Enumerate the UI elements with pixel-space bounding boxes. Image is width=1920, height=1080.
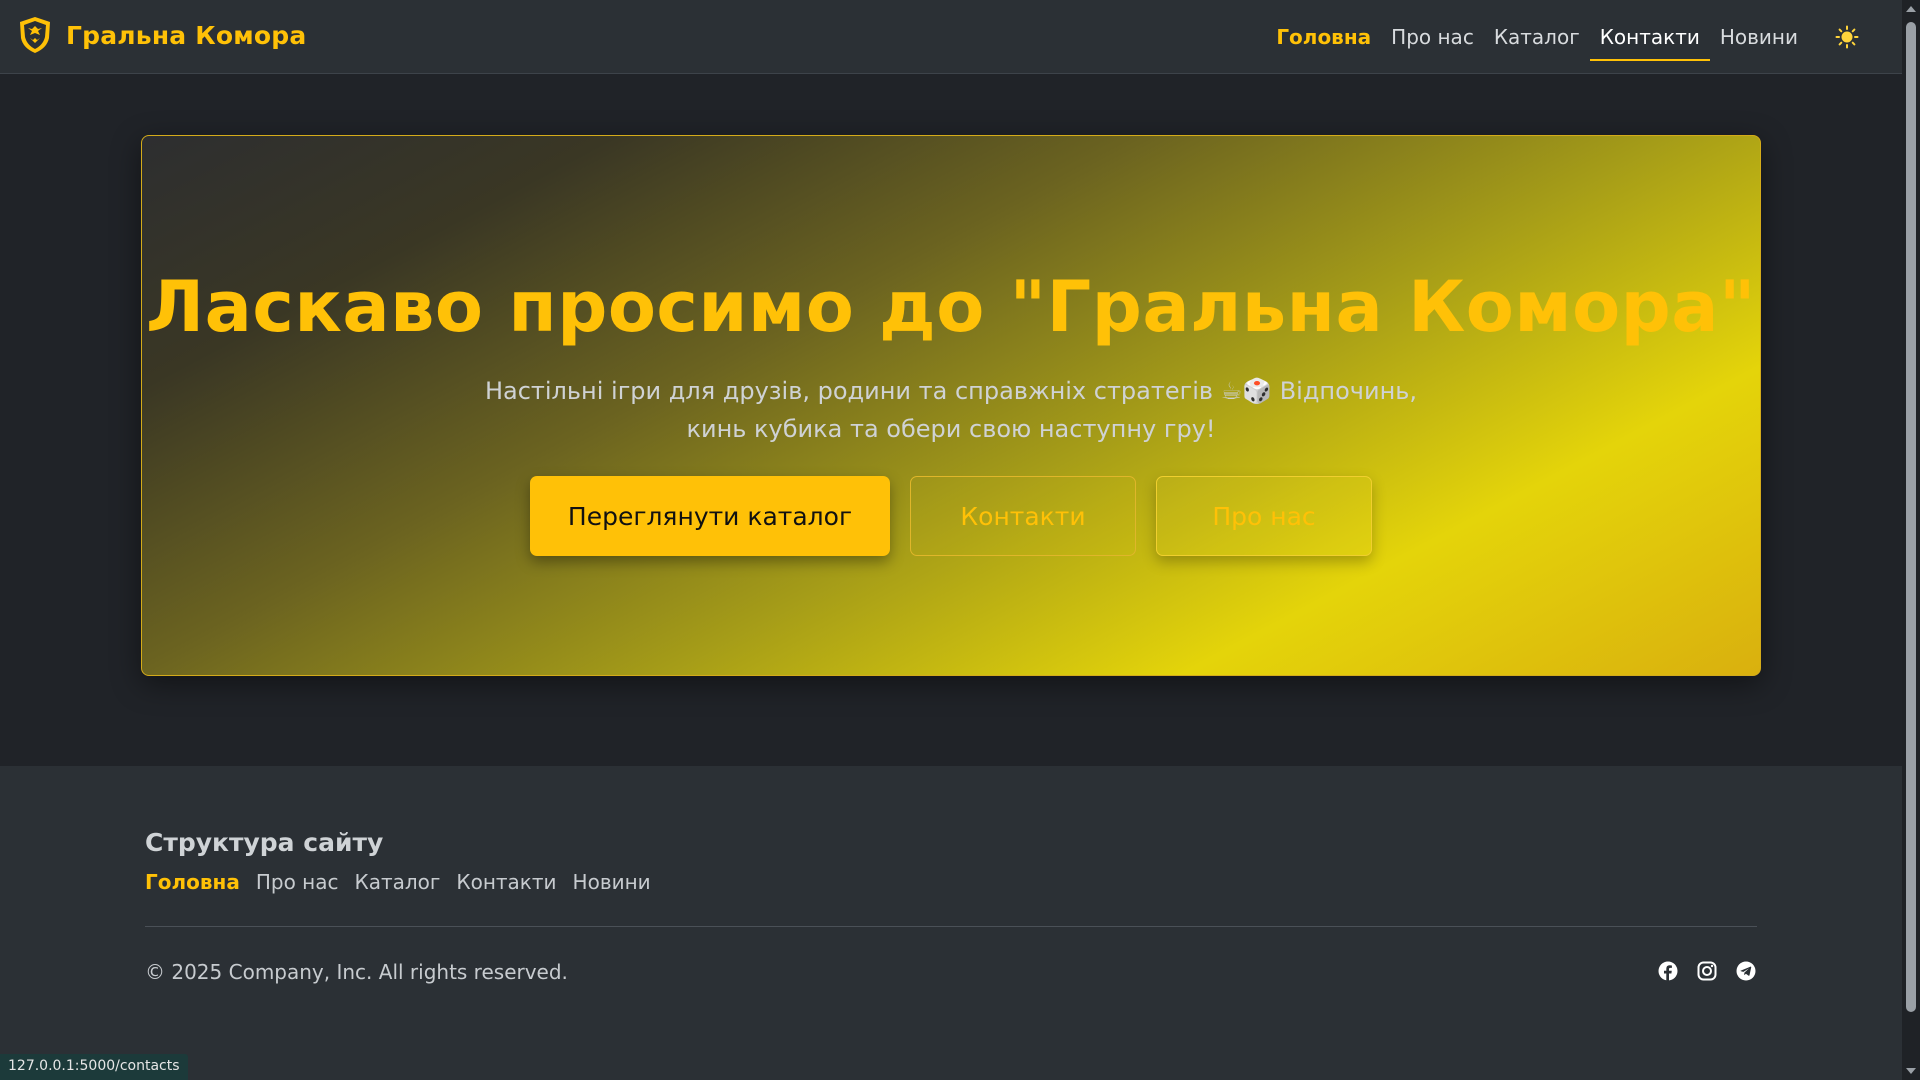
nav-links: Головна Про нас Каталог Контакти Новини — [1266, 0, 1808, 74]
contacts-button[interactable]: Контакти — [910, 476, 1136, 556]
status-bar-url: 127.0.0.1:5000/contacts — [0, 1054, 188, 1080]
hero-title: Ласкаво просимо до "Гральна Комора" — [146, 266, 1756, 348]
nav-item-news[interactable]: Новини — [1710, 0, 1808, 74]
footer-divider — [145, 926, 1757, 927]
social-links — [1657, 960, 1757, 982]
footer-link-home[interactable]: Головна — [145, 870, 240, 894]
instagram-link[interactable] — [1696, 960, 1718, 982]
copyright-text: © 2025 Company, Inc. All rights reserved… — [145, 960, 568, 984]
nav-item-about[interactable]: Про нас — [1381, 0, 1484, 74]
footer: Структура сайту Головна Про нас Каталог … — [0, 766, 1902, 1080]
sun-icon — [1835, 25, 1859, 49]
scrollbar-thumb[interactable] — [1906, 22, 1916, 1012]
footer-link-news[interactable]: Новини — [573, 870, 651, 894]
scroll-up-arrow-icon[interactable] — [1906, 6, 1916, 12]
facebook-icon — [1658, 961, 1678, 981]
footer-link-contacts[interactable]: Контакти — [456, 870, 556, 894]
hero-subtitle: Настільні ігри для друзів, родини та спр… — [484, 377, 1418, 443]
telegram-icon — [1736, 961, 1756, 981]
vertical-scrollbar[interactable] — [1902, 0, 1920, 1080]
hero-banner: Ласкаво просимо до "Гральна Комора" Наст… — [141, 135, 1761, 676]
scroll-down-arrow-icon[interactable] — [1906, 1068, 1916, 1074]
footer-link-catalog[interactable]: Каталог — [355, 870, 441, 894]
view-catalog-button[interactable]: Переглянути каталог — [530, 476, 890, 556]
hero-buttons: Переглянути каталог Контакти Про нас — [142, 476, 1760, 556]
theme-toggle-button[interactable] — [1834, 24, 1860, 50]
footer-title: Структура сайту — [145, 828, 384, 857]
footer-link-about[interactable]: Про нас — [256, 870, 339, 894]
nav-item-contacts[interactable]: Контакти — [1589, 0, 1711, 74]
instagram-icon — [1697, 961, 1717, 981]
facebook-link[interactable] — [1657, 960, 1679, 982]
brand-link[interactable]: Гральна Комора — [18, 16, 306, 54]
brand-name: Гральна Комора — [66, 20, 307, 50]
footer-links: Головна Про нас Каталог Контакти Новини — [145, 870, 651, 894]
about-button[interactable]: Про нас — [1156, 476, 1372, 556]
nav-item-home[interactable]: Головна — [1266, 0, 1381, 74]
telegram-link[interactable] — [1735, 960, 1757, 982]
nav-item-catalog[interactable]: Каталог — [1484, 0, 1590, 74]
tiger-shield-icon — [20, 17, 50, 53]
navbar: Гральна Комора Головна Про нас Каталог К… — [0, 0, 1902, 74]
